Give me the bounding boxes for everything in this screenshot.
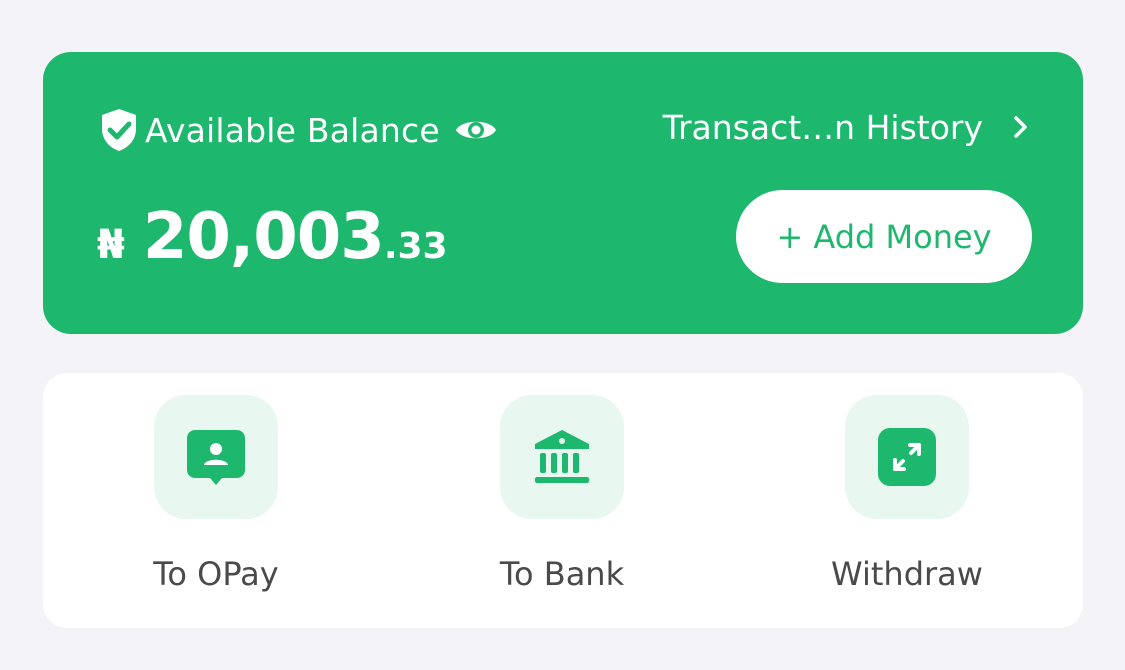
- chevron-right-icon: [1014, 116, 1027, 138]
- transaction-history-link[interactable]: Transact…n History: [663, 102, 1031, 152]
- eye-icon[interactable]: [454, 115, 498, 145]
- bank-icon: [535, 430, 589, 483]
- withdraw-tile: [845, 395, 969, 519]
- to-bank-label: To Bank: [499, 555, 625, 593]
- withdraw-label: Withdraw: [831, 555, 983, 593]
- to-opay-action[interactable]: To OPay: [91, 395, 341, 615]
- to-opay-tile: [154, 395, 278, 519]
- balance-card: Available Balance Transact…n History ₦ 2…: [43, 52, 1083, 334]
- balance-amount: ₦ 20,003 .33: [97, 200, 448, 274]
- currency-symbol: ₦: [97, 222, 125, 268]
- opay-user-icon: [187, 430, 245, 485]
- withdraw-action[interactable]: Withdraw: [782, 395, 1032, 615]
- balance-amount-main: 20,003: [142, 200, 385, 274]
- to-bank-action[interactable]: To Bank: [437, 395, 687, 615]
- to-bank-tile: [500, 395, 624, 519]
- balance-amount-cents: .33: [383, 226, 448, 267]
- add-money-button[interactable]: + Add Money: [736, 190, 1032, 283]
- available-balance-row: Available Balance: [99, 107, 498, 153]
- shield-check-icon: [102, 109, 136, 151]
- available-balance-label: Available Balance: [145, 110, 440, 150]
- withdraw-arrows-icon: [878, 428, 936, 486]
- quick-actions-card: To OPay To Bank Withdraw: [43, 373, 1083, 628]
- to-opay-label: To OPay: [153, 555, 279, 593]
- transaction-history-label: Transact…n History: [662, 107, 983, 147]
